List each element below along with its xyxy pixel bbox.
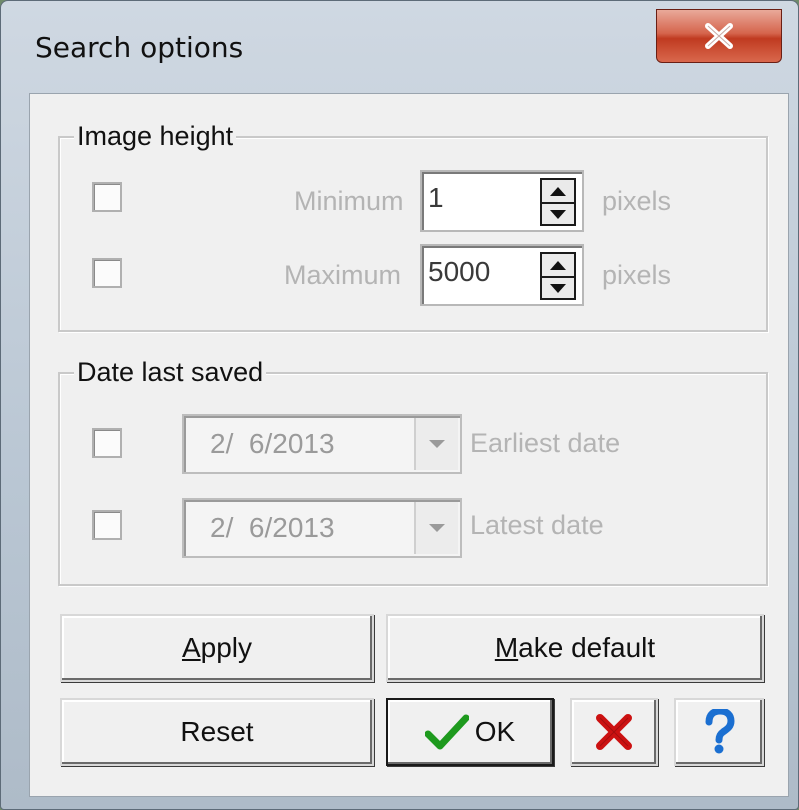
spin-up-icon[interactable] <box>542 180 574 204</box>
minimum-height-spinner[interactable] <box>540 178 576 226</box>
latest-date-checkbox[interactable] <box>92 510 122 540</box>
make-default-label: ake default <box>518 632 656 663</box>
maximum-height-stepper[interactable]: 5000 <box>420 244 584 306</box>
earliest-date-value: 2/ 6/2013 <box>210 428 335 459</box>
maximum-unit-label: pixels <box>602 260 672 290</box>
dialog-client-area: Image height Minimum 1 pixels Maximum 50… <box>29 93 789 797</box>
minimum-height-value: 1 <box>428 182 444 213</box>
chevron-down-icon <box>429 440 445 448</box>
cancel-button[interactable] <box>570 698 658 766</box>
image-height-group: Image height Minimum 1 pixels Maximum 50… <box>58 119 768 332</box>
help-button[interactable] <box>674 698 764 766</box>
checkmark-icon <box>424 714 469 750</box>
apply-label: pply <box>200 632 253 663</box>
make-default-button[interactable]: Make default <box>386 614 764 682</box>
question-mark-icon <box>705 709 735 754</box>
earliest-date-label: Earliest date <box>470 428 621 458</box>
ok-label: OK <box>474 716 516 747</box>
title-bar[interactable]: Search options <box>1 1 798 83</box>
earliest-date-picker[interactable]: 2/ 6/2013 <box>182 414 462 474</box>
dialog-window: Search options Image height Minimum 1 pi… <box>0 0 799 810</box>
minimum-unit-label: pixels <box>602 186 672 216</box>
latest-date-picker[interactable]: 2/ 6/2013 <box>182 498 462 558</box>
spin-down-icon[interactable] <box>542 278 574 300</box>
minimum-height-stepper[interactable]: 1 <box>420 170 584 232</box>
latest-date-dropdown[interactable] <box>414 502 458 554</box>
spin-down-icon[interactable] <box>542 204 574 226</box>
maximum-height-value: 5000 <box>428 256 491 287</box>
window-title: Search options <box>35 31 244 64</box>
latest-date-value: 2/ 6/2013 <box>210 512 335 543</box>
earliest-date-dropdown[interactable] <box>414 418 458 470</box>
chevron-down-icon <box>429 524 445 532</box>
image-height-group-label: Image height <box>74 119 237 153</box>
red-x-icon <box>596 714 632 750</box>
reset-button[interactable]: Reset <box>60 698 374 766</box>
date-last-saved-group: Date last saved 2/ 6/2013 Earliest date … <box>58 355 768 586</box>
reset-label: Reset <box>180 716 254 747</box>
close-button[interactable] <box>656 9 782 63</box>
apply-accelerator: A <box>181 632 201 663</box>
spin-up-icon[interactable] <box>542 254 574 278</box>
apply-button[interactable]: Apply <box>60 614 374 682</box>
minimum-height-checkbox[interactable] <box>92 182 122 212</box>
close-icon <box>705 23 733 49</box>
latest-date-label: Latest date <box>470 510 604 540</box>
minimum-label: Minimum <box>294 186 404 216</box>
maximum-height-checkbox[interactable] <box>92 258 122 288</box>
maximum-height-spinner[interactable] <box>540 252 576 300</box>
make-default-accelerator: M <box>494 632 519 663</box>
ok-button[interactable]: OK <box>386 698 554 766</box>
maximum-label: Maximum <box>284 260 402 290</box>
earliest-date-checkbox[interactable] <box>92 428 122 458</box>
date-last-saved-group-label: Date last saved <box>74 355 267 389</box>
